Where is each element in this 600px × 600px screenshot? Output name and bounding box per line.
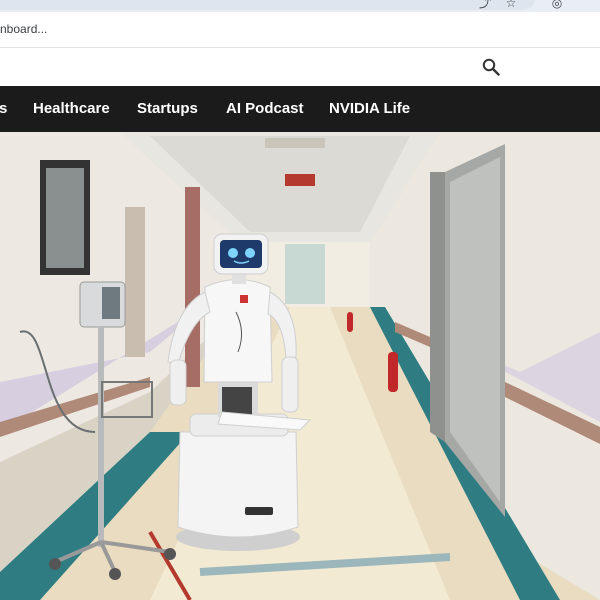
bookmark-item[interactable]: nboard... bbox=[0, 22, 47, 36]
nav-item-startups[interactable]: Startups bbox=[137, 100, 198, 117]
star-icon[interactable]: ☆ bbox=[504, 0, 518, 10]
nav-item-partial[interactable]: s bbox=[0, 100, 7, 117]
hero-image bbox=[0, 132, 600, 600]
hospital-robot-photo bbox=[0, 132, 600, 600]
bookmark-bar: nboard... bbox=[0, 12, 600, 48]
nav-item-healthcare[interactable]: Healthcare bbox=[33, 100, 110, 117]
nav-item-nvidia-life[interactable]: NVIDIA Life bbox=[329, 100, 410, 117]
address-bar[interactable] bbox=[0, 0, 535, 10]
nav-item-ai-podcast[interactable]: AI Podcast bbox=[226, 100, 304, 117]
main-nav: s Healthcare Startups AI Podcast NVIDIA … bbox=[0, 86, 600, 132]
search-icon[interactable] bbox=[482, 58, 500, 76]
site-header bbox=[0, 48, 600, 86]
browser-chrome: ⤴ ☆ ◎ bbox=[0, 0, 600, 12]
profile-icon[interactable]: ◎ bbox=[550, 0, 564, 10]
page-info-icon[interactable]: ⤴ bbox=[478, 0, 492, 10]
